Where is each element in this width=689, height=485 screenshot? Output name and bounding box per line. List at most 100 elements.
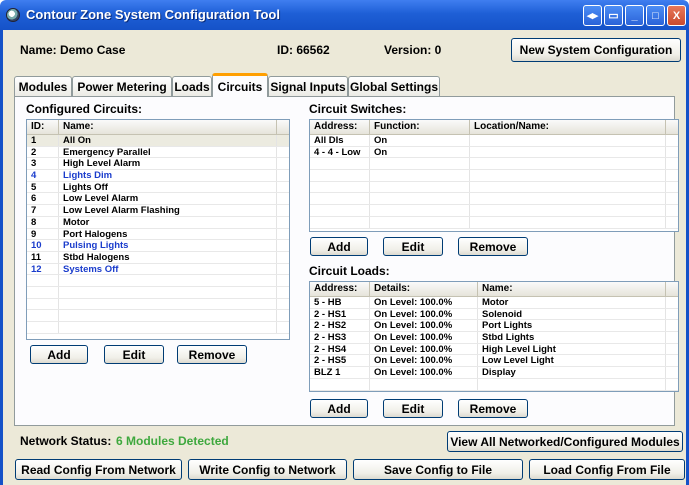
- switch-row[interactable]: 4 - 4 - Low On: [310, 146, 678, 159]
- switch-function-cell: On: [370, 146, 470, 158]
- tile-button[interactable]: ▭: [604, 5, 623, 26]
- empty-row: [310, 205, 678, 217]
- circuit-row[interactable]: 9 Port Halogens: [27, 228, 289, 241]
- location-column-header[interactable]: Location/Name:: [470, 120, 666, 134]
- circuit-row[interactable]: 7 Low Level Alarm Flashing: [27, 205, 289, 217]
- empty-row: [27, 322, 289, 334]
- switch-location-cell: [470, 146, 666, 158]
- loads-remove-button[interactable]: Remove: [458, 399, 528, 418]
- load-row[interactable]: 5 - HB On Level: 100.0% Motor: [310, 297, 678, 309]
- config-id-label: ID: 66562: [277, 43, 330, 57]
- circuit-name-cell: Stbd Halogens: [59, 251, 277, 263]
- circuit-loads-title: Circuit Loads:: [309, 264, 390, 278]
- load-name-column-header[interactable]: Name:: [478, 282, 666, 296]
- function-column-header[interactable]: Function:: [370, 120, 470, 134]
- switches-remove-button[interactable]: Remove: [458, 237, 528, 256]
- switches-header-row: Address: Function: Location/Name:: [310, 120, 678, 135]
- circuit-switches-list[interactable]: Address: Function: Location/Name: All DI…: [309, 119, 679, 232]
- load-config-button[interactable]: Load Config From File: [529, 459, 685, 480]
- loads-add-button[interactable]: Add: [310, 399, 368, 418]
- empty-row: [310, 193, 678, 206]
- circuit-row[interactable]: 4 Lights Dim: [27, 170, 289, 182]
- circuit-name-cell: Pulsing Lights: [59, 240, 277, 251]
- tab-signal-inputs[interactable]: Signal Inputs: [268, 76, 348, 96]
- tab-modules[interactable]: Modules: [14, 76, 72, 96]
- tab-global-settings[interactable]: Global Settings: [348, 76, 440, 96]
- circuit-row[interactable]: 10 Pulsing Lights: [27, 240, 289, 252]
- load-name-cell: Display: [478, 367, 666, 378]
- circuit-name-cell: Lights Dim: [59, 170, 277, 181]
- empty-row: [310, 158, 678, 171]
- circuit-row[interactable]: 5 Lights Off: [27, 181, 289, 194]
- circuit-row[interactable]: 6 Low Level Alarm: [27, 193, 289, 206]
- view-all-modules-button[interactable]: View All Networked/Configured Modules: [447, 431, 683, 452]
- circuits-header-row: ID: Name:: [27, 120, 289, 135]
- circuit-loads-list[interactable]: Address: Details: Name: 5 - HB On Level: …: [309, 281, 679, 392]
- tab-power-metering[interactable]: Power Metering: [72, 76, 172, 96]
- load-address-cell: 5 - HB: [310, 297, 370, 308]
- id-column-header[interactable]: ID:: [27, 120, 59, 134]
- load-address-cell: 2 - HS5: [310, 355, 370, 367]
- circuit-id-cell: 1: [27, 135, 59, 146]
- circuit-id-cell: 12: [27, 263, 59, 275]
- circuits-edit-button[interactable]: Edit: [104, 345, 164, 364]
- empty-row: [310, 181, 678, 194]
- load-details-cell: On Level: 100.0%: [370, 332, 478, 343]
- tab-loads[interactable]: Loads: [172, 76, 212, 96]
- load-row[interactable]: 2 - HS5 On Level: 100.0% Low Level Light: [310, 355, 678, 368]
- config-version-label: Version: 0: [384, 43, 442, 57]
- load-row[interactable]: 2 - HS3 On Level: 100.0% Stbd Lights: [310, 332, 678, 344]
- save-config-button[interactable]: Save Config to File: [353, 459, 523, 480]
- switch-row[interactable]: All DIs On: [310, 135, 678, 147]
- load-row[interactable]: 2 - HS2 On Level: 100.0% Port Lights: [310, 320, 678, 333]
- load-details-cell: On Level: 100.0%: [370, 343, 478, 355]
- title-bar[interactable]: Contour Zone System Configuration Tool ◂…: [0, 0, 689, 30]
- switch-address-cell: All DIs: [310, 135, 370, 146]
- load-row[interactable]: BLZ 1 On Level: 100.0% Display: [310, 367, 678, 379]
- load-address-cell: 2 - HS4: [310, 343, 370, 355]
- restore-arrows-button[interactable]: ◂▸: [583, 5, 602, 26]
- circuit-name-cell: High Level Alarm: [59, 158, 277, 170]
- tab-circuits[interactable]: Circuits: [212, 73, 268, 97]
- network-status-label: Network Status:: [20, 434, 112, 448]
- config-name-label: Name: Demo Case: [20, 43, 126, 57]
- new-system-configuration-button[interactable]: New System Configuration: [511, 38, 681, 62]
- circuit-row[interactable]: 8 Motor: [27, 216, 289, 229]
- circuit-row[interactable]: 1 All On: [27, 135, 289, 147]
- configured-circuits-title: Configured Circuits:: [26, 102, 142, 116]
- circuit-row[interactable]: 11 Stbd Halogens: [27, 251, 289, 264]
- load-details-cell: On Level: 100.0%: [370, 308, 478, 320]
- address-column-header[interactable]: Address:: [310, 120, 370, 134]
- load-name-cell: Low Level Light: [478, 355, 666, 367]
- circuits-add-button[interactable]: Add: [30, 345, 88, 364]
- read-config-button[interactable]: Read Config From Network: [15, 459, 182, 480]
- load-details-cell: On Level: 100.0%: [370, 320, 478, 332]
- load-row[interactable]: 2 - HS1 On Level: 100.0% Solenoid: [310, 308, 678, 321]
- details-column-header[interactable]: Details:: [370, 282, 478, 296]
- network-status-value: 6 Modules Detected: [116, 434, 229, 448]
- loads-edit-button[interactable]: Edit: [383, 399, 443, 418]
- empty-row: [310, 378, 678, 391]
- circuit-id-cell: 5: [27, 181, 59, 193]
- circuit-row[interactable]: 2 Emergency Parallel: [27, 146, 289, 159]
- circuit-id-cell: 3: [27, 158, 59, 170]
- circuit-id-cell: 11: [27, 251, 59, 263]
- maximize-button[interactable]: □: [646, 5, 665, 26]
- write-config-button[interactable]: Write Config to Network: [188, 459, 347, 480]
- circuit-id-cell: 4: [27, 170, 59, 181]
- circuit-row[interactable]: 3 High Level Alarm: [27, 158, 289, 171]
- load-name-cell: Stbd Lights: [478, 332, 666, 343]
- switches-add-button[interactable]: Add: [310, 237, 368, 256]
- empty-row: [310, 216, 678, 229]
- circuit-row[interactable]: 12 Systems Off: [27, 263, 289, 276]
- circuits-remove-button[interactable]: Remove: [177, 345, 247, 364]
- close-button[interactable]: X: [667, 5, 686, 26]
- name-column-header[interactable]: Name:: [59, 120, 277, 134]
- circuit-name-cell: Emergency Parallel: [59, 146, 277, 158]
- switches-edit-button[interactable]: Edit: [383, 237, 443, 256]
- minimize-button[interactable]: _: [625, 5, 644, 26]
- load-row[interactable]: 2 - HS4 On Level: 100.0% High Level Light: [310, 343, 678, 356]
- configured-circuits-list[interactable]: ID: Name: 1 All On 2 Emergency Parallel 3 Hig…: [26, 119, 290, 340]
- load-address-column-header[interactable]: Address:: [310, 282, 370, 296]
- switch-function-cell: On: [370, 135, 470, 146]
